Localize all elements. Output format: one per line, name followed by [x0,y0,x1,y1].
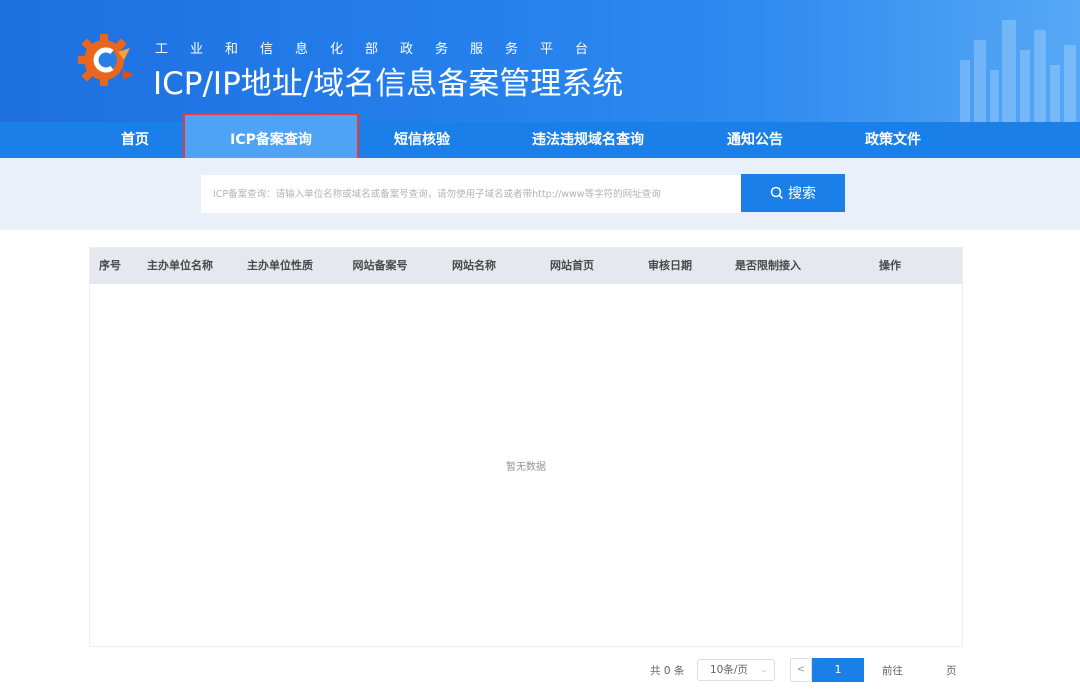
nav-item-sms-verify[interactable]: 短信核验 [372,122,472,158]
column-header-organizer-name: 主办单位名称 [147,259,213,272]
total-count: 共 0 条 [650,665,685,677]
column-header-homepage: 网站首页 [550,259,594,272]
chevron-down-icon: ⌄ [760,665,768,675]
ministry-logo [78,30,136,90]
page-size-select[interactable]: 10条/页 ⌄ [697,659,775,681]
pagination: 共 0 条 10条/页 ⌄ < 1 前往 页 [0,655,1080,685]
search-icon [770,186,784,200]
nav-item-policy-documents[interactable]: 政策文件 [843,122,943,158]
chevron-left-icon: < [796,664,806,675]
goto-suffix: 页 [946,665,957,677]
site-header: 工业和信息化部政务服务平台 ICP/IP地址/域名信息备案管理系统 [0,0,1080,122]
results-table: 序号 主办单位名称 主办单位性质 网站备案号 网站名称 网站首页 审核日期 是否… [89,247,963,647]
search-area: 搜索 [0,158,1080,230]
page-size-value: 10条/页 [710,664,748,676]
search-input[interactable] [201,175,741,213]
search-button[interactable]: 搜索 [741,174,845,212]
goto-label: 前往 [882,665,903,677]
skyline-decoration [960,20,1076,122]
search-button-label: 搜索 [788,186,816,202]
nav-item-announcements[interactable]: 通知公告 [705,122,805,158]
empty-state-text: 暂无数据 [506,462,546,473]
header-subtitle: 工业和信息化部政务服务平台 [155,42,611,57]
main-nav: 首页 ICP备案查询 短信核验 违法违规域名查询 通知公告 政策文件 [0,113,1080,161]
nav-item-icp-query[interactable]: ICP备案查询 [183,113,359,161]
column-header-site-name: 网站名称 [452,259,496,272]
column-header-access-restricted: 是否限制接入 [735,259,801,272]
goto-page-input[interactable] [906,659,946,681]
nav-item-home[interactable]: 首页 [100,122,170,158]
system-title: ICP/IP地址/域名信息备案管理系统 [153,66,624,102]
column-header-index: 序号 [99,259,121,272]
nav-item-illegal-domain-query[interactable]: 违法违规域名查询 [510,122,666,158]
column-header-actions: 操作 [879,259,901,272]
column-header-record-number: 网站备案号 [352,259,408,272]
table-header: 序号 主办单位名称 主办单位性质 网站备案号 网站名称 网站首页 审核日期 是否… [90,248,962,284]
page-number-current[interactable]: 1 [812,658,864,682]
column-header-review-date: 审核日期 [648,259,692,272]
column-header-organizer-type: 主办单位性质 [247,259,313,272]
prev-page-button[interactable]: < [790,658,812,682]
